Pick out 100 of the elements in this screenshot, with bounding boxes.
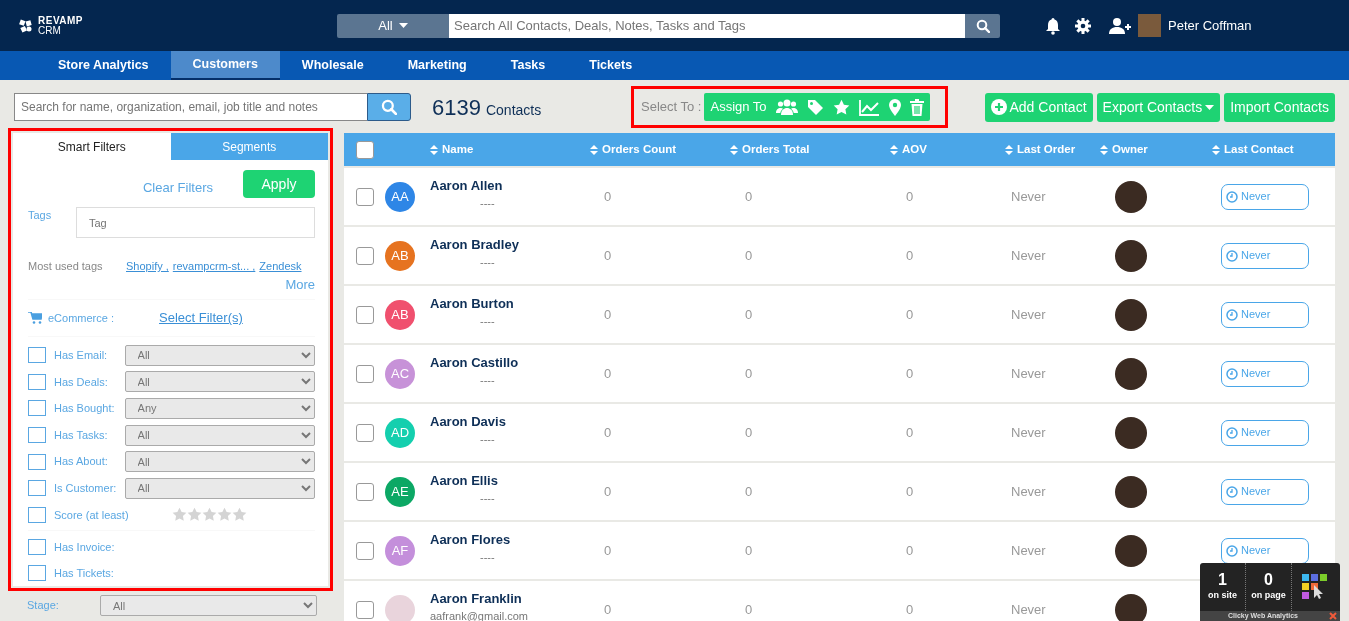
- last-contact-button[interactable]: Never: [1221, 242, 1309, 269]
- checkbox[interactable]: [28, 453, 46, 470]
- close-icon[interactable]: [1329, 612, 1337, 620]
- row-checkbox[interactable]: [355, 600, 374, 619]
- star-icon[interactable]: [232, 507, 247, 523]
- filter-tab[interactable]: Segments: [170, 133, 328, 160]
- row-checkbox[interactable]: [355, 246, 374, 265]
- nav-tab[interactable]: Wholesale: [279, 51, 386, 80]
- sort-icon[interactable]: [730, 144, 738, 155]
- filter-label: Has Tickets:: [54, 565, 115, 581]
- checkbox[interactable]: [28, 539, 46, 556]
- sort-icon[interactable]: [1212, 144, 1220, 155]
- stage-dropdown[interactable]: All: [100, 595, 317, 616]
- sort-icon[interactable]: [430, 144, 438, 155]
- contact-name[interactable]: Aaron Flores: [430, 529, 590, 549]
- select-all-checkbox[interactable]: [355, 140, 374, 159]
- star-icon[interactable]: [172, 507, 187, 523]
- checkbox[interactable]: [28, 480, 46, 497]
- nav-tab[interactable]: Tasks: [488, 51, 568, 80]
- nav-tab[interactable]: Marketing: [385, 51, 489, 80]
- action-button[interactable]: Import Contacts: [1224, 92, 1335, 122]
- owner-avatar: [1115, 475, 1147, 508]
- checkbox[interactable]: [28, 373, 46, 390]
- assign-to-button[interactable]: Assign To: [710, 97, 767, 117]
- row-checkbox[interactable]: [355, 305, 374, 324]
- sort-icon[interactable]: [1005, 144, 1013, 155]
- tag-link[interactable]: Shopify ,: [126, 258, 169, 275]
- last-contact-button[interactable]: Never: [1221, 419, 1309, 446]
- contact-name[interactable]: Aaron Bradley: [430, 234, 590, 254]
- contact-name[interactable]: Aaron Burton: [430, 293, 590, 313]
- star-icon[interactable]: [832, 98, 850, 116]
- row-checkbox[interactable]: [355, 541, 374, 560]
- people-icon[interactable]: [775, 98, 798, 116]
- stage-label: Stage:: [27, 598, 60, 614]
- scope-dropdown[interactable]: All: [337, 13, 449, 38]
- tag-link[interactable]: revampcrm-st... ,: [172, 258, 256, 275]
- last-contact-button[interactable]: Never: [1221, 537, 1309, 564]
- last-contact-button[interactable]: Never: [1221, 183, 1309, 210]
- dropdown[interactable]: All: [124, 477, 315, 499]
- contact-name[interactable]: Aaron Allen: [430, 175, 590, 195]
- column-header[interactable]: Last Contact: [1224, 140, 1294, 159]
- action-button[interactable]: Add Contact: [984, 92, 1093, 122]
- search-button[interactable]: [367, 93, 411, 121]
- nav-tab[interactable]: Tickets: [567, 51, 655, 80]
- trash-icon[interactable]: [909, 98, 924, 116]
- checkbox[interactable]: [28, 565, 46, 582]
- more-link[interactable]: More: [285, 274, 315, 294]
- nav-tab[interactable]: Customers: [170, 51, 280, 80]
- star-rating[interactable]: [172, 507, 247, 523]
- dropdown[interactable]: All: [124, 451, 315, 473]
- row-checkbox[interactable]: [355, 187, 374, 206]
- user-add-icon[interactable]: [1108, 16, 1132, 35]
- sort-icon[interactable]: [890, 144, 898, 155]
- star-icon[interactable]: [187, 507, 202, 523]
- last-contact-button[interactable]: Never: [1221, 478, 1309, 505]
- checkbox[interactable]: [28, 347, 46, 364]
- gear-icon[interactable]: [1074, 16, 1092, 35]
- clear-filters-link[interactable]: Clear Filters: [142, 178, 213, 198]
- star-icon[interactable]: [217, 507, 232, 523]
- contact-name[interactable]: Aaron Davis: [430, 411, 590, 431]
- last-contact-button[interactable]: Never: [1221, 360, 1309, 387]
- map-pin-icon[interactable]: [888, 98, 901, 116]
- contact-search-field[interactable]: Search for name, organization, email, job title and notes: [14, 93, 367, 121]
- tag-input-field[interactable]: Tag: [76, 207, 315, 238]
- dropdown[interactable]: All: [124, 371, 315, 393]
- row-checkbox[interactable]: [355, 364, 374, 383]
- tag-link[interactable]: Zendesk: [259, 258, 302, 275]
- tag-icon[interactable]: [806, 98, 824, 116]
- dropdown[interactable]: Any: [124, 398, 315, 419]
- contact-name[interactable]: Aaron Franklin: [430, 588, 590, 608]
- apply-button[interactable]: Apply: [243, 170, 315, 198]
- sort-icon[interactable]: [1100, 144, 1108, 155]
- checkbox[interactable]: [28, 506, 46, 523]
- search-button[interactable]: [965, 13, 1000, 38]
- sort-icon[interactable]: [590, 144, 598, 155]
- last-contact-button[interactable]: Never: [1221, 301, 1309, 328]
- column-header[interactable]: AOV: [902, 140, 927, 159]
- table-cell: 0: [906, 247, 914, 263]
- star-icon[interactable]: [202, 507, 217, 523]
- checkbox[interactable]: [28, 427, 46, 444]
- action-button[interactable]: Export Contacts: [1096, 92, 1221, 122]
- column-header[interactable]: Name: [442, 140, 474, 159]
- contact-name[interactable]: Aaron Ellis: [430, 470, 590, 490]
- colored-squares-icon[interactable]: [1302, 574, 1330, 600]
- column-header[interactable]: Orders Count: [602, 140, 677, 159]
- search-field[interactable]: Search All Contacts, Deals, Notes, Tasks and Tags: [449, 13, 965, 38]
- line-chart-icon[interactable]: [858, 98, 880, 116]
- user-name[interactable]: Peter Coffman: [1168, 15, 1252, 36]
- column-header[interactable]: Last Order: [1017, 140, 1076, 159]
- column-header[interactable]: Orders Total: [742, 140, 810, 159]
- column-header[interactable]: Owner: [1112, 140, 1148, 159]
- bell-icon[interactable]: [1044, 16, 1062, 35]
- row-checkbox[interactable]: [355, 482, 374, 501]
- select-filters-link[interactable]: Select Filter(s): [159, 308, 243, 328]
- contact-name[interactable]: Aaron Castillo: [430, 352, 590, 372]
- checkbox[interactable]: [28, 400, 46, 417]
- row-checkbox[interactable]: [355, 423, 374, 442]
- nav-tab[interactable]: Store Analytics: [36, 51, 171, 80]
- dropdown[interactable]: All: [124, 424, 315, 446]
- dropdown[interactable]: All: [124, 344, 315, 366]
